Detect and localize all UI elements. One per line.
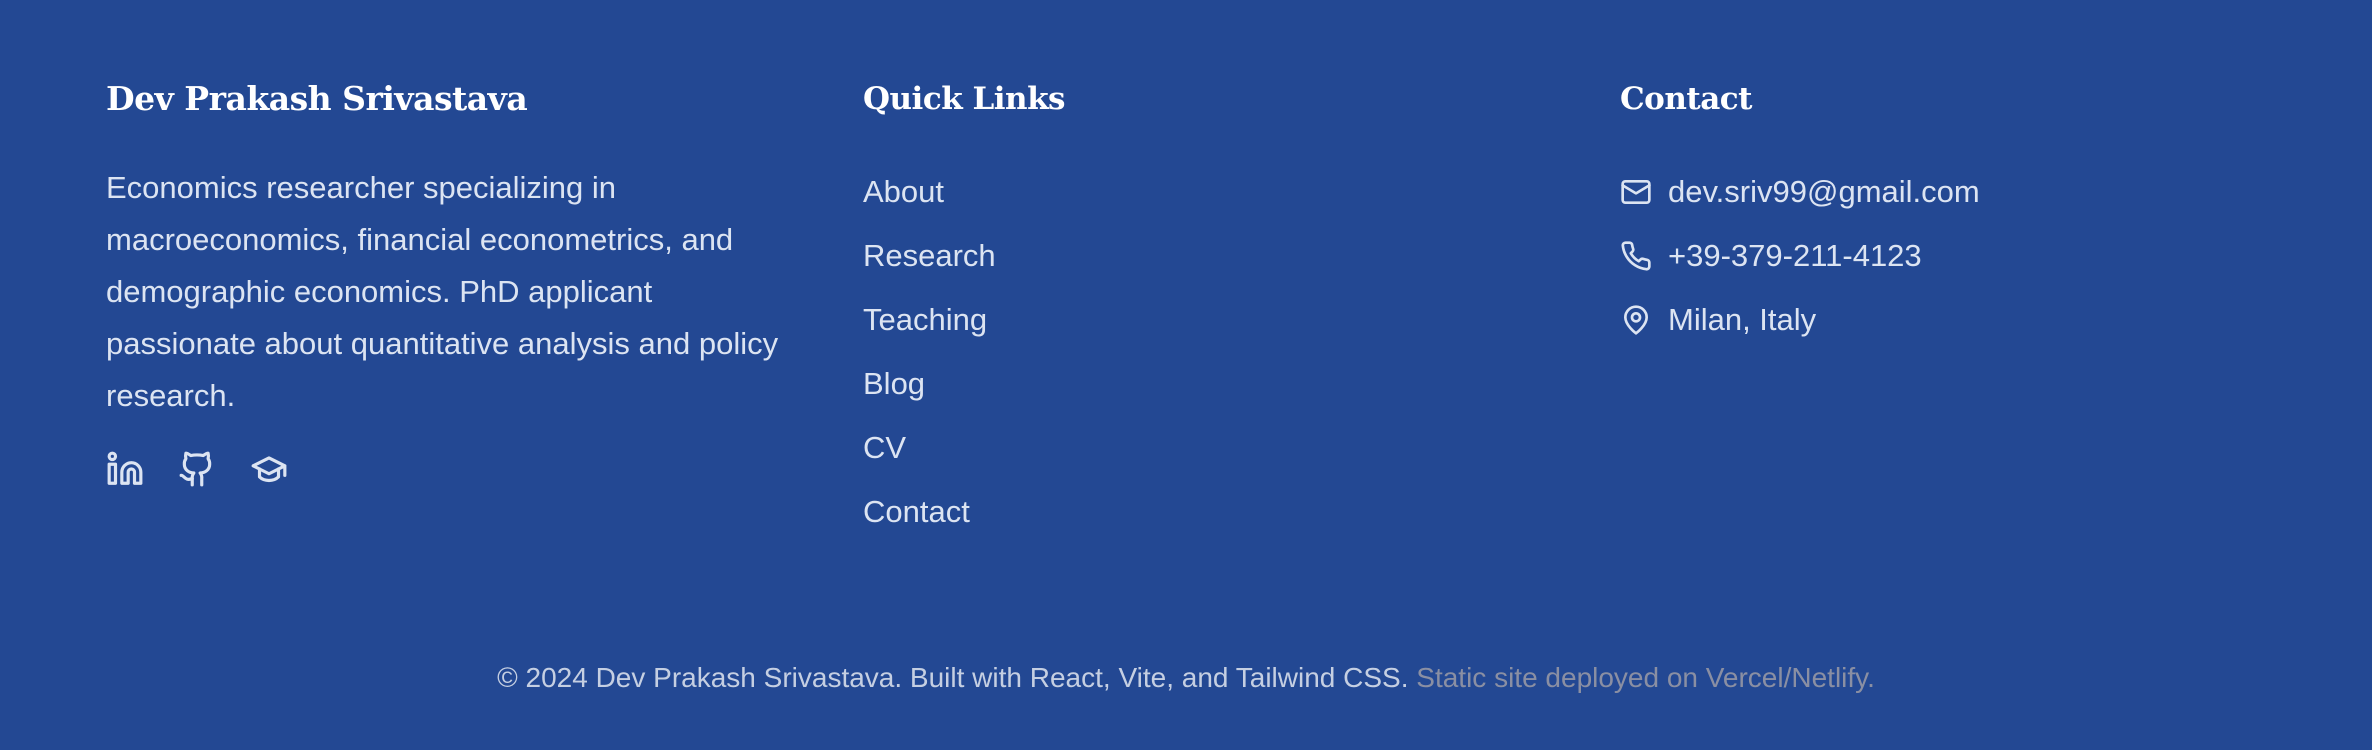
about-column: Dev Prakash Srivastava Economics researc… <box>106 74 806 488</box>
quick-link-blog[interactable]: Blog <box>863 352 1463 416</box>
graduation-cap-icon[interactable] <box>250 450 288 488</box>
quick-link-research[interactable]: Research <box>863 224 1463 288</box>
map-pin-icon <box>1620 304 1652 336</box>
deploy-note: Static site deployed on Vercel/Netlify. <box>1416 662 1875 693</box>
contact-location-item: Milan, Italy <box>1620 288 2270 352</box>
contact-email[interactable]: dev.sriv99@gmail.com <box>1668 174 1980 210</box>
contact-phone-item[interactable]: +39-379-211-4123 <box>1620 224 2270 288</box>
quick-link-contact[interactable]: Contact <box>863 480 1463 544</box>
contact-email-item[interactable]: dev.sriv99@gmail.com <box>1620 160 2270 224</box>
contact-column: Contact dev.sriv99@gmail.com +39-379-211… <box>1620 74 2270 352</box>
footer-copyright: © 2024 Dev Prakash Srivastava. Built wit… <box>0 656 2372 700</box>
footer-bio: Economics researcher specializing in mac… <box>106 170 779 413</box>
quick-links-list: About Research Teaching Blog CV Contact <box>863 160 1463 544</box>
linkedin-icon[interactable] <box>106 450 144 488</box>
quick-link-cv[interactable]: CV <box>863 416 1463 480</box>
quick-links-heading: Quick Links <box>863 81 1066 117</box>
quick-link-teaching[interactable]: Teaching <box>863 288 1463 352</box>
social-links <box>106 450 806 488</box>
quick-links-column: Quick Links About Research Teaching Blog… <box>863 74 1463 544</box>
contact-list: dev.sriv99@gmail.com +39-379-211-4123 Mi… <box>1620 160 2270 352</box>
mail-icon <box>1620 176 1652 208</box>
site-footer: Dev Prakash Srivastava Economics researc… <box>0 0 2372 750</box>
contact-phone[interactable]: +39-379-211-4123 <box>1668 238 1922 274</box>
footer-name-heading: Dev Prakash Srivastava <box>106 79 528 118</box>
contact-heading: Contact <box>1620 81 1753 117</box>
contact-location: Milan, Italy <box>1668 302 1817 337</box>
github-icon[interactable] <box>178 450 216 488</box>
copyright-text: © 2024 Dev Prakash Srivastava. Built wit… <box>497 662 1409 693</box>
quick-link-about[interactable]: About <box>863 160 1463 224</box>
phone-icon <box>1620 240 1652 272</box>
